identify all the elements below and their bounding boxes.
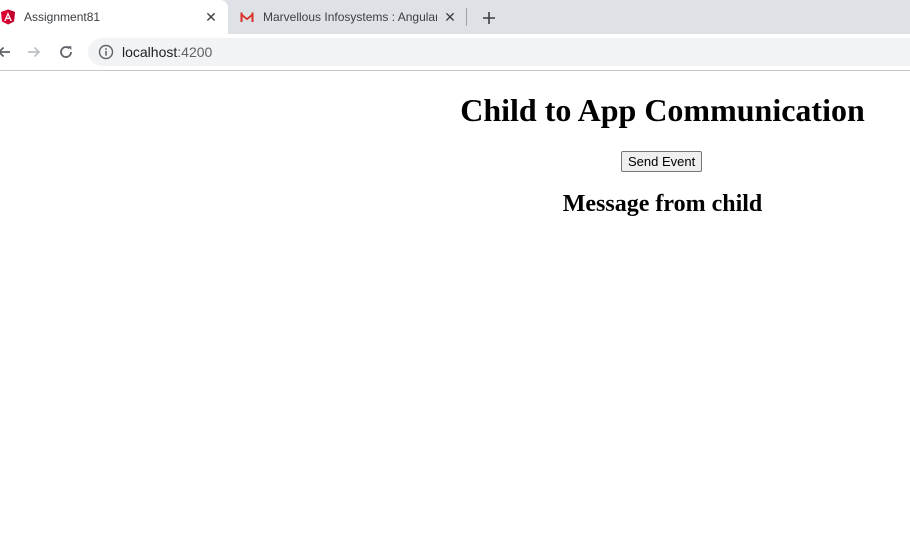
close-icon[interactable]: ✕: [442, 9, 458, 25]
tab-title: Marvellous Infosystems : Angular: [263, 10, 437, 24]
back-arrow-icon[interactable]: [0, 42, 14, 62]
send-event-button[interactable]: Send Event: [621, 151, 703, 172]
forward-arrow-icon[interactable]: [24, 42, 44, 62]
url-port: :4200: [177, 44, 213, 60]
plus-icon[interactable]: [478, 7, 500, 29]
child-message: Message from child: [562, 191, 763, 217]
gmail-icon: [239, 9, 255, 25]
tab-title: Assignment81: [24, 10, 101, 24]
reload-icon[interactable]: [56, 42, 76, 62]
tab-assignment81[interactable]: Assignment81 ✕: [0, 0, 228, 34]
url-host: localhost: [122, 44, 178, 60]
address-bar[interactable]: localhost:4200: [88, 38, 910, 66]
info-icon[interactable]: [98, 44, 114, 60]
tab-marvellous-infosystems[interactable]: Marvellous Infosystems : Angular ✕: [228, 0, 466, 34]
page-content: Child to App Communication Send Event Me…: [0, 71, 910, 547]
url-text: localhost:4200: [122, 44, 212, 60]
browser-toolbar: localhost:4200: [0, 34, 910, 71]
angular-logo-icon: [0, 9, 16, 25]
page-title: Child to App Communication: [460, 92, 865, 128]
tab-separator: [466, 8, 467, 26]
browser-tabstrip: Assignment81 ✕ Marvellous Infosystems : …: [0, 0, 910, 34]
close-icon[interactable]: ✕: [203, 9, 219, 25]
